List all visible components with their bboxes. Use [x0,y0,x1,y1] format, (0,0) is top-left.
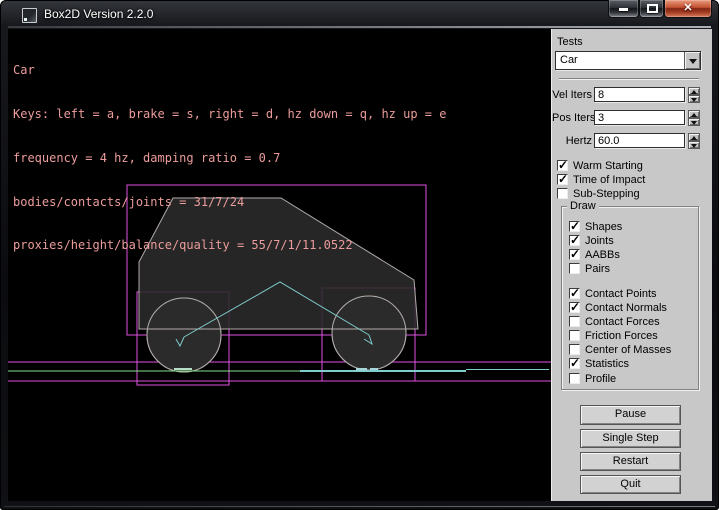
app-window: Box2D Version 2.2.0 ✕ [0,0,719,510]
hertz-spinner[interactable] [688,133,700,149]
checkbox-icon [569,235,580,246]
checkbox-icon [569,330,580,341]
checkbox-label: Warm Starting [573,160,643,172]
vel-iters-spinner[interactable] [688,87,700,103]
checkbox-icon [569,358,580,369]
minimize-button[interactable] [608,0,639,18]
spinner-up-icon[interactable] [688,133,700,141]
checkbox-time-of-impact[interactable]: Time of Impact [557,174,645,187]
vel-iters-label: Vel Iters [552,89,592,101]
checkbox-icon [569,344,580,355]
app-icon [22,8,37,23]
spinner-up-icon[interactable] [688,110,700,118]
stats-overlay: Car Keys: left = a, brake = s, right = d… [13,34,446,282]
hertz-field[interactable]: 60.0 [594,133,685,148]
chevron-down-icon [689,59,697,64]
checkbox-center-of-masses[interactable]: Center of Masses [569,344,671,357]
maximize-button[interactable] [639,0,664,18]
pos-iters-field[interactable]: 3 [594,110,685,125]
checkbox-label: Contact Forces [585,316,660,328]
tests-dropdown[interactable]: Car [555,51,701,70]
title-bar[interactable]: Box2D Version 2.2.0 ✕ [0,0,719,29]
checkbox-icon [569,288,580,299]
restart-button[interactable]: Restart [580,452,681,471]
vel-iters-field[interactable]: 8 [594,87,685,102]
checkbox-label: Contact Normals [585,302,667,314]
tests-label: Tests [557,36,583,48]
test-name-text: Car [13,63,446,78]
single-step-button[interactable]: Single Step [580,429,681,448]
checkbox-contact-forces[interactable]: Contact Forces [569,316,660,329]
spinner-up-icon[interactable] [688,87,700,95]
maximize-icon [647,4,658,13]
tests-dropdown-value: Car [560,54,578,66]
bodies-stats-text: bodies/contacts/joints = 31/7/24 [13,195,446,210]
keys-help-text: Keys: left = a, brake = s, right = d, hz… [13,107,446,122]
frequency-text: frequency = 4 hz, damping ratio = 0.7 [13,151,446,166]
checkbox-label: Contact Points [585,288,657,300]
spinner-down-icon[interactable] [688,95,700,103]
draw-group-label: Draw [567,200,599,212]
checkbox-statistics[interactable]: Statistics [569,358,629,371]
checkbox-contact-points[interactable]: Contact Points [569,288,657,301]
checkbox-icon [557,188,568,199]
checkbox-label: Sub-Stepping [573,188,640,200]
draw-group: Draw Shapes Joints AABBs Pairs Contact P… [561,206,699,390]
checkbox-label: Friction Forces [585,330,658,342]
pause-button[interactable]: Pause [580,405,681,425]
checkbox-icon [569,263,580,274]
checkbox-icon [569,373,580,384]
checkbox-icon [557,160,568,171]
checkbox-label: Pairs [585,263,610,275]
proxies-stats-text: proxies/height/balance/quality = 55/7/1/… [13,238,446,253]
control-panel: Tests Car Vel Iters 8 Pos Iters 3 Hertz … [551,29,712,501]
checkbox-label: AABBs [585,249,620,261]
checkbox-contact-normals[interactable]: Contact Normals [569,302,667,315]
right-contact-point [356,368,367,371]
checkbox-icon [569,316,580,327]
close-button[interactable]: ✕ [664,0,712,18]
tests-dropdown-button[interactable] [684,52,700,69]
checkbox-warm-starting[interactable]: Warm Starting [557,160,643,173]
hertz-label: Hertz [552,135,592,147]
spinner-down-icon[interactable] [688,141,700,149]
checkbox-icon [569,249,580,260]
minimize-icon [619,8,628,11]
checkbox-label: Profile [585,373,616,385]
checkbox-friction-forces[interactable]: Friction Forces [569,330,658,343]
right-contact-point-2 [370,368,378,370]
left-contact-point [174,368,192,370]
checkbox-label: Time of Impact [573,174,645,186]
simulation-viewport[interactable]: Car Keys: left = a, brake = s, right = d… [8,29,551,501]
window-title: Box2D Version 2.2.0 [44,7,153,21]
checkbox-icon [569,302,580,313]
pos-iters-spinner[interactable] [688,110,700,126]
checkbox-profile[interactable]: Profile [569,373,616,386]
checkbox-pairs[interactable]: Pairs [569,263,610,276]
checkbox-label: Shapes [585,221,622,233]
separator [559,78,699,80]
close-icon: ✕ [665,0,711,16]
checkbox-icon [557,174,568,185]
checkbox-label: Joints [585,235,614,247]
checkbox-aabbs[interactable]: AABBs [569,249,620,262]
checkbox-icon [569,221,580,232]
checkbox-label: Center of Masses [585,344,671,356]
checkbox-label: Statistics [585,358,629,370]
quit-button[interactable]: Quit [580,475,681,494]
spinner-down-icon[interactable] [688,118,700,126]
pos-iters-label: Pos Iters [552,112,592,124]
